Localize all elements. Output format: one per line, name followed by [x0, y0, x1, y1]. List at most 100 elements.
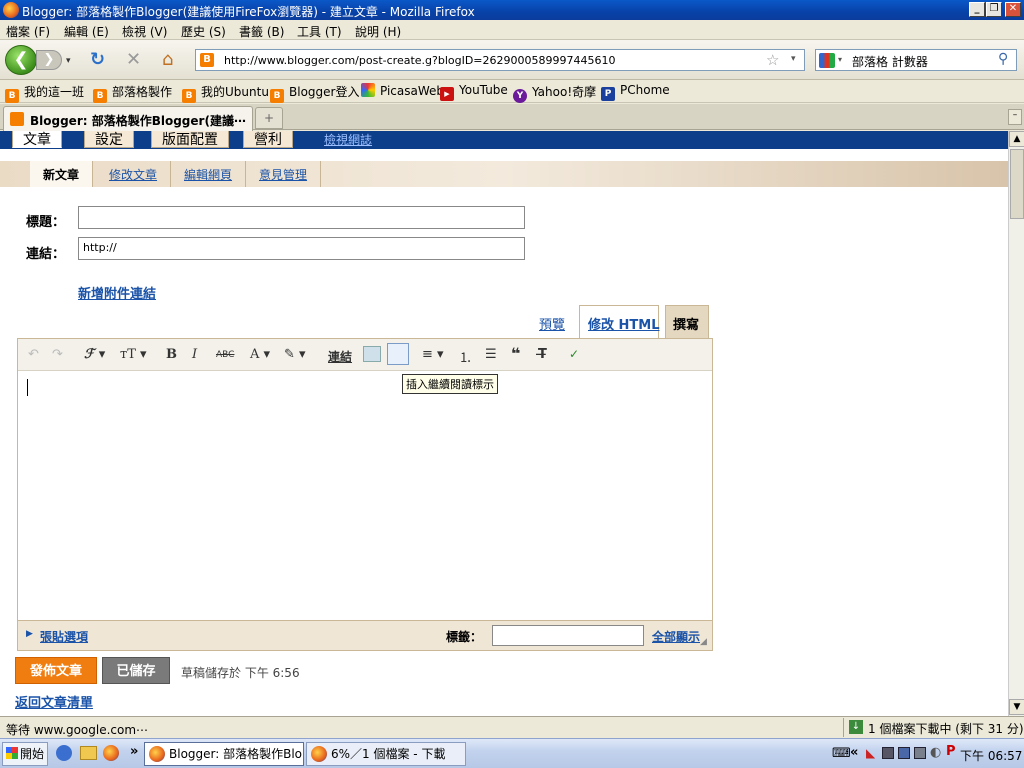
url-text[interactable]: http://www.blogger.com/post-create.g?blo… [224, 54, 616, 67]
subtab-edit-posts[interactable]: 修改文章 [96, 161, 172, 187]
strikethrough-icon[interactable]: ABC [216, 350, 234, 360]
highlight-color-icon[interactable]: ✎ ▾ [284, 347, 306, 362]
network-icon[interactable] [882, 747, 894, 759]
download-status[interactable]: ↓ 1 個檔案下載中 (剩下 31 分) [843, 718, 1024, 737]
menu-edit[interactable]: 編輯 (E) [64, 23, 109, 40]
expand-arrow-icon[interactable]: ▶ [26, 629, 33, 639]
saved-button[interactable]: 已儲存 [102, 657, 170, 684]
font-size-icon[interactable]: тT ▾ [120, 347, 147, 362]
post-title-input[interactable] [78, 206, 525, 229]
search-box[interactable]: ▾ 部落格 計數器 ⚲ [815, 49, 1017, 71]
subtab-comment-moderation[interactable]: 意見管理 [246, 161, 322, 187]
menu-help[interactable]: 說明 (H) [355, 23, 401, 40]
add-enclosure-link[interactable]: 新增附件連結 [78, 283, 156, 302]
italic-icon[interactable]: I [192, 347, 197, 362]
quicklaunch-overflow-icon[interactable]: » [130, 744, 138, 759]
font-family-icon[interactable]: ℱ ▾ [84, 347, 105, 362]
scroll-up-icon[interactable]: ▲ [1009, 131, 1024, 147]
folder-icon[interactable] [80, 746, 97, 760]
home-icon[interactable]: ⌂ [162, 51, 173, 69]
forward-button[interactable]: ❯ [36, 50, 62, 70]
taskbar-item-downloads[interactable]: 6%／1 個檔案 - 下載 [306, 742, 466, 766]
keyboard-icon[interactable]: ⌨ [832, 746, 851, 761]
maximize-button[interactable]: ❐ [986, 2, 1002, 17]
browser-tab-active[interactable]: Blogger: 部落格製作Blogger(建議⋯ [3, 106, 253, 131]
url-dropdown-icon[interactable]: ▾ [791, 54, 796, 64]
bookmark-item[interactable]: B Blogger登入 [270, 83, 359, 103]
back-button[interactable]: ❮ [5, 45, 37, 75]
volume-icon[interactable]: ◐ [930, 745, 941, 760]
reload-icon[interactable]: ↻ [90, 51, 105, 69]
tray-expand-icon[interactable]: « [850, 745, 858, 760]
bold-icon[interactable]: B [166, 347, 177, 362]
scroll-down-icon[interactable]: ▼ [1009, 699, 1024, 715]
bullet-list-icon[interactable]: ☰ [485, 347, 497, 362]
insert-link-button[interactable]: 連結 [328, 348, 352, 365]
bookmark-item[interactable]: B 我的Ubuntu [182, 83, 269, 103]
stop-icon[interactable]: ✕ [126, 51, 141, 69]
blockquote-icon[interactable]: ❝ [511, 344, 520, 363]
tray-monitor-icon[interactable] [914, 747, 926, 759]
network-icon-2[interactable] [898, 747, 910, 759]
post-link-input[interactable]: http:// [78, 237, 525, 260]
bookmark-item[interactable]: PicasaWeb [361, 83, 444, 98]
url-bar[interactable]: B http://www.blogger.com/post-create.g?b… [195, 49, 805, 71]
show-all-labels-link[interactable]: 全部顯示 [652, 628, 700, 645]
bookmark-item[interactable]: B 部落格製作 [93, 83, 172, 103]
new-tab-button[interactable]: + [255, 107, 283, 129]
vertical-scrollbar[interactable]: ▲ ▼ [1008, 131, 1024, 716]
bookmark-item[interactable]: P PChome [601, 83, 670, 101]
bookmark-star-icon[interactable]: ☆ [766, 51, 779, 69]
back-to-post-list-link[interactable]: 返回文章清單 [15, 692, 93, 711]
bookmark-item[interactable]: B 我的這一班 [5, 83, 84, 103]
tab-list-button[interactable]: – [1008, 109, 1022, 125]
firefox-quicklaunch-icon[interactable] [103, 745, 119, 761]
remove-formatting-icon[interactable]: T̶ [538, 347, 547, 362]
ie-icon[interactable] [56, 745, 72, 761]
edit-html-tab[interactable]: 修改 HTML [579, 305, 660, 338]
preview-link[interactable]: 預覽 [539, 314, 565, 333]
publish-post-button[interactable]: 發佈文章 [15, 657, 97, 684]
text-color-icon[interactable]: A ▾ [250, 347, 270, 362]
tray-app-icon[interactable]: ◣ [866, 746, 875, 760]
numbered-list-icon[interactable]: ⒈ [459, 347, 472, 366]
subtab-new-post[interactable]: 新文章 [30, 161, 94, 187]
system-tray: ⌨ « ◣ ◐ P 下午 06:57 [830, 741, 1022, 767]
view-blog-link[interactable]: 檢視網誌 [324, 131, 372, 148]
spellcheck-icon[interactable]: ✓ [569, 347, 579, 361]
minimize-button[interactable]: _ [969, 2, 985, 17]
insert-jump-break-icon[interactable] [387, 343, 409, 365]
history-dropdown-icon[interactable]: ▾ [66, 56, 71, 66]
tab-settings[interactable]: 設定 [84, 131, 134, 148]
tab-monetize[interactable]: 營利 [243, 131, 293, 148]
undo-icon[interactable]: ↶ [28, 347, 39, 362]
search-input[interactable]: 部落格 計數器 [852, 53, 928, 70]
scroll-thumb[interactable] [1010, 149, 1024, 219]
tab-posting[interactable]: 文章 [12, 131, 62, 148]
menu-view[interactable]: 檢視 (V) [122, 23, 167, 40]
post-options-link[interactable]: 張貼選項 [40, 628, 88, 645]
menu-bookmarks[interactable]: 書籤 (B) [239, 23, 284, 40]
insert-image-icon[interactable] [363, 346, 381, 362]
editor-body[interactable] [20, 372, 710, 618]
compose-tab[interactable]: 撰寫 [665, 305, 709, 339]
engine-dropdown-icon[interactable]: ▾ [838, 55, 842, 64]
redo-icon[interactable]: ↷ [52, 347, 63, 362]
google-search-engine-icon[interactable] [819, 53, 835, 68]
start-button[interactable]: 開始 [2, 742, 48, 766]
resize-grip-icon[interactable]: ◢ [700, 637, 707, 647]
menu-file[interactable]: 檔案 (F) [6, 23, 50, 40]
menu-history[interactable]: 歷史 (S) [181, 23, 226, 40]
search-icon[interactable]: ⚲ [998, 51, 1008, 67]
subtab-edit-pages[interactable]: 編輯網頁 [171, 161, 247, 187]
tray-p-icon[interactable]: P [946, 744, 956, 759]
web-page-content: 文章 設定 版面配置 營利 檢視網誌 新文章 修改文章 編輯網頁 意見管理 標題… [0, 131, 1008, 716]
taskbar-item-firefox[interactable]: Blogger: 部落格製作Blo... [144, 742, 304, 766]
bookmark-item[interactable]: ▶ YouTube [440, 83, 508, 101]
bookmark-item[interactable]: Y Yahoo!奇摩 [513, 83, 596, 103]
tab-layout[interactable]: 版面配置 [151, 131, 229, 148]
close-button[interactable]: ✕ [1005, 2, 1021, 17]
menu-tools[interactable]: 工具 (T) [297, 23, 342, 40]
labels-input[interactable] [492, 625, 644, 646]
align-icon[interactable]: ≡ ▾ [422, 347, 444, 362]
